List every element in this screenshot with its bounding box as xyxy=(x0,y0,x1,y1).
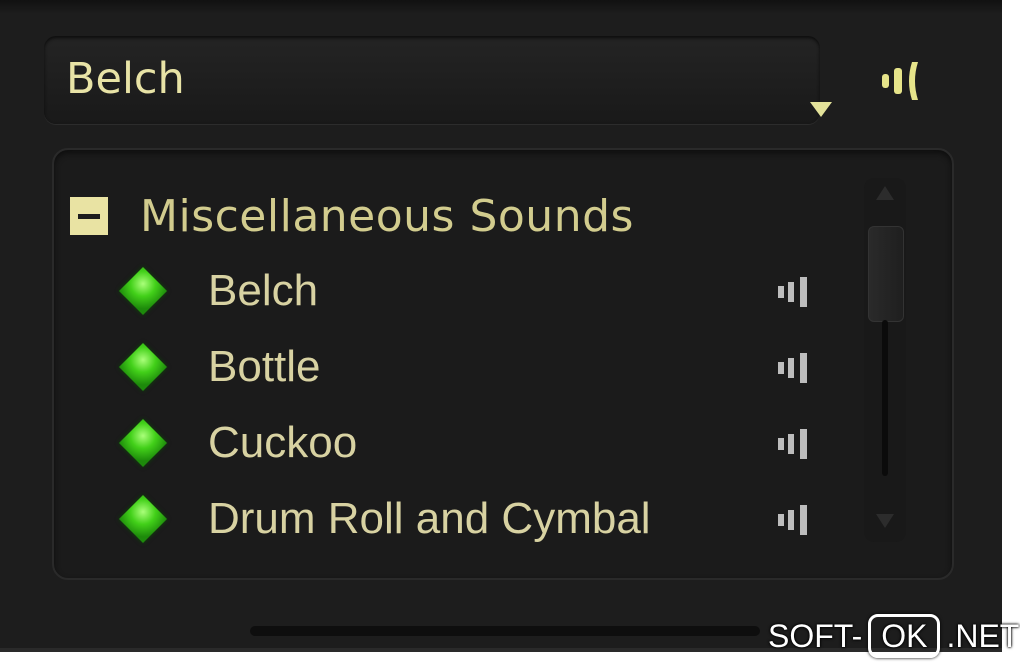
speaker-icon[interactable] xyxy=(878,56,928,106)
sound-select-dropdown[interactable]: Belch xyxy=(44,36,832,124)
play-sound-icon[interactable] xyxy=(776,504,816,536)
green-gem-icon xyxy=(118,342,168,392)
play-sound-icon[interactable] xyxy=(776,428,816,460)
list-item[interactable]: Cuckoo xyxy=(116,412,836,474)
dropdown-selected-value: Belch xyxy=(66,54,185,104)
watermark: SOFT- OK .NET xyxy=(768,614,1019,658)
item-label: Cuckoo xyxy=(208,418,358,467)
watermark-box: OK xyxy=(868,614,941,658)
item-label: Bottle xyxy=(208,342,321,391)
play-sound-icon[interactable] xyxy=(776,276,816,308)
item-label: Drum Roll and Cymbal xyxy=(208,494,651,543)
chevron-down-icon[interactable] xyxy=(810,102,832,117)
group-label: Miscellaneous Sounds xyxy=(140,190,634,242)
list-item[interactable]: Drum Roll and Cymbal xyxy=(116,488,836,550)
scrollbar-groove xyxy=(882,320,888,476)
watermark-right: .NET xyxy=(946,617,1020,654)
scrollbar-thumb[interactable] xyxy=(868,226,904,322)
group-row-miscellaneous[interactable]: Miscellaneous Sounds xyxy=(70,186,634,246)
scroll-up-icon[interactable] xyxy=(870,180,900,206)
list-item[interactable]: Bottle xyxy=(116,336,836,398)
collapse-icon[interactable] xyxy=(70,197,108,235)
list-item[interactable]: Belch xyxy=(116,260,836,322)
green-gem-icon xyxy=(118,418,168,468)
scroll-down-icon[interactable] xyxy=(870,508,900,534)
top-shade xyxy=(0,0,1002,14)
green-gem-icon xyxy=(118,266,168,316)
sound-panel-window: Belch Miscellaneous Sounds Belch Bottle … xyxy=(0,0,1002,652)
bottom-bar xyxy=(250,626,760,636)
play-sound-icon[interactable] xyxy=(776,352,816,384)
watermark-left: SOFT- xyxy=(768,617,863,654)
item-label: Belch xyxy=(208,266,319,315)
green-gem-icon xyxy=(118,494,168,544)
